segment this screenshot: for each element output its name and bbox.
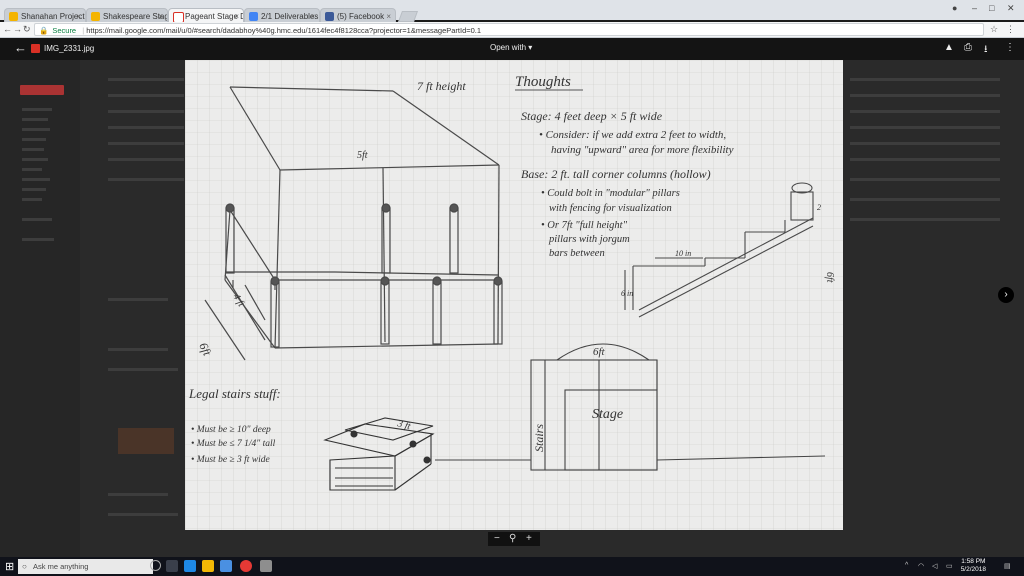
thoughts-heading: Thoughts: [515, 74, 571, 90]
browser-tab-active[interactable]: Pageant Stage Designs ×: [168, 8, 244, 23]
height-label: 7 ft height: [417, 79, 466, 93]
attachment-thumbnail: [118, 428, 174, 454]
image-file-icon: [31, 44, 40, 53]
system-clock[interactable]: 1:58 PM 5/2/2018: [961, 558, 986, 574]
close-window-icon[interactable]: ✕: [1007, 3, 1015, 14]
bullet-note-1a: • Could bolt in "modular" pillars: [541, 188, 680, 199]
forward-icon[interactable]: →: [13, 22, 22, 37]
zoom-controls: − ⚲ +: [488, 532, 540, 546]
six-inch-label: 6 in: [621, 289, 633, 298]
chrome-icon[interactable]: [240, 560, 252, 572]
side-label: 2: [817, 203, 821, 212]
width-label: 5ft: [357, 150, 368, 161]
docs-icon: [9, 12, 18, 21]
bullet-note-1b: with fencing for visualization: [549, 203, 672, 214]
base-note: Base: 2 ft. tall corner columns (hollow): [521, 167, 711, 181]
next-image-button[interactable]: ›: [998, 287, 1014, 303]
close-tab-icon[interactable]: ×: [310, 9, 315, 23]
compose-button: [20, 85, 64, 95]
slides-icon: [91, 12, 100, 21]
menu-icon[interactable]: ⋮: [1006, 22, 1015, 37]
bolt-label: 6ft: [593, 346, 606, 358]
print-icon[interactable]: ⎙: [964, 42, 972, 53]
battery-icon[interactable]: ▭: [946, 562, 953, 570]
stage-label: Stage: [592, 407, 623, 422]
browser-tab[interactable]: Shanahan Project - Goo ×: [4, 8, 86, 23]
legal-rule-2: • Must be ≤ 7 1/4" tall: [191, 439, 276, 449]
windows-start-icon[interactable]: ⊞: [5, 560, 14, 573]
image-viewer-header: ← IMG_2331.jpg Open with ▾ ▲ ⎙ ⭳ ⋮: [0, 38, 1024, 60]
stage-note: Stage: 4 feet deep × 5 ft wide: [521, 109, 663, 123]
reload-icon[interactable]: ↻: [23, 22, 31, 37]
sketch-drawing: 7 ft height 5ft 4 ft 6ft Thoughts Stage:…: [185, 60, 843, 530]
browser-tab-bar: Shanahan Project - Goo × Shakespeare Sta…: [0, 0, 1024, 23]
drive-icon: [249, 12, 258, 21]
add-to-drive-icon[interactable]: ▲: [944, 42, 954, 53]
maximize-icon[interactable]: □: [989, 3, 994, 13]
bullet-note-2b: pillars with jorgum: [548, 234, 630, 245]
legal-rule-3: • Must be ≥ 3 ft wide: [191, 454, 270, 465]
close-tab-icon[interactable]: ×: [158, 9, 163, 23]
bullet-note-2a: • Or 7ft "full height": [541, 220, 628, 231]
app-icon[interactable]: [260, 560, 272, 572]
volume-icon[interactable]: ◁: [932, 562, 937, 570]
taskbar: ⊞ ○ Ask me anything ^ ◠ ◁ ▭ 1:58 PM 5/2/…: [0, 557, 1024, 576]
open-with-button[interactable]: Open with ▾: [490, 43, 532, 52]
lock-icon: 🔒: [39, 26, 49, 35]
back-arrow-icon[interactable]: ←: [14, 40, 27, 55]
taskbar-search[interactable]: ○ Ask me anything: [18, 559, 153, 574]
bullet-note-2c: bars between: [549, 248, 605, 259]
consider-note-2: having "upward" area for more flexibilit…: [551, 144, 734, 156]
close-tab-icon[interactable]: ×: [386, 9, 391, 23]
zoom-out-icon[interactable]: −: [494, 532, 500, 546]
task-view-icon[interactable]: [166, 560, 178, 572]
legal-rule-1: • Must be ≥ 10" deep: [191, 425, 271, 435]
browser-tab[interactable]: (5) Facebook ×: [320, 8, 396, 23]
profile-icon[interactable]: ●: [952, 3, 957, 13]
browser-tab[interactable]: 2/1 Deliverables - Goog ×: [244, 8, 320, 23]
more-options-icon[interactable]: ⋮: [1005, 42, 1015, 53]
new-tab-button[interactable]: [397, 11, 419, 22]
file-name: IMG_2331.jpg: [44, 44, 95, 53]
back-icon[interactable]: ←: [3, 22, 12, 37]
consider-note-1: • Consider: if we add extra 2 feet to wi…: [539, 129, 726, 141]
gmail-sidebar: [0, 38, 80, 557]
ten-inch-label: 10 in: [675, 249, 691, 258]
sketch-photo: 7 ft height 5ft 4 ft 6ft Thoughts Stage:…: [185, 60, 843, 530]
zoom-reset-icon[interactable]: ⚲: [509, 532, 516, 546]
stairs-label: Stairs: [532, 424, 546, 452]
tray-chevron-icon[interactable]: ^: [905, 562, 908, 569]
legal-stairs-heading: Legal stairs stuff:: [188, 386, 281, 401]
store-icon[interactable]: [220, 560, 232, 572]
search-icon: ○: [22, 562, 27, 571]
cortana-mic-icon[interactable]: [150, 560, 161, 571]
bookmark-star-icon[interactable]: ☆: [990, 22, 998, 37]
close-tab-icon[interactable]: ×: [76, 9, 81, 23]
address-bar-row: ← → ↻ 🔒 Secure | https://mail.google.com/…: [0, 22, 1024, 38]
file-explorer-icon[interactable]: [202, 560, 214, 572]
edge-icon[interactable]: [184, 560, 196, 572]
facebook-icon: [325, 12, 334, 21]
zoom-in-icon[interactable]: +: [526, 532, 532, 546]
notifications-icon[interactable]: ▤: [1004, 562, 1011, 570]
wifi-icon[interactable]: ◠: [918, 562, 924, 570]
download-icon[interactable]: ⭳: [984, 42, 988, 59]
url-input[interactable]: 🔒 Secure | https://mail.google.com/mail/u…: [34, 23, 984, 36]
six-ft-right-label: 6ft: [824, 272, 835, 283]
minimize-icon[interactable]: –: [972, 3, 977, 13]
browser-tab[interactable]: Shakespeare Stage Con ×: [86, 8, 168, 23]
close-tab-icon[interactable]: ×: [234, 9, 239, 23]
